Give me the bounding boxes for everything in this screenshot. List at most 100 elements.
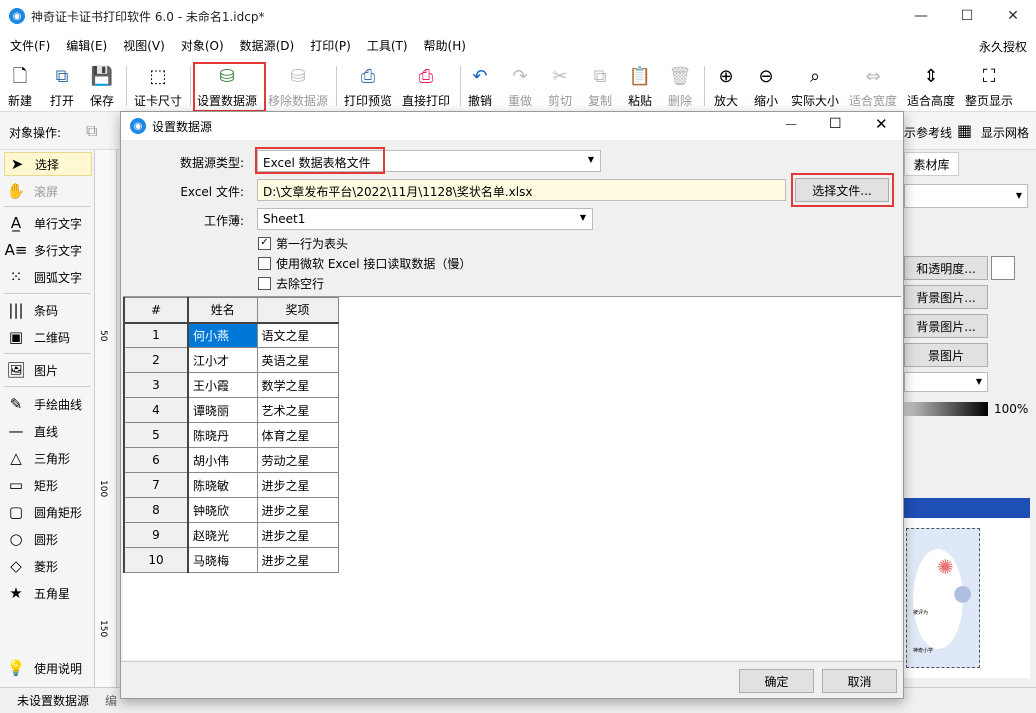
tool-image[interactable]: 🖼 图片 <box>4 358 92 382</box>
tool-rectangle[interactable]: ▭ 矩形 <box>4 473 92 497</box>
cell-award[interactable]: 英语之星 <box>256 347 339 373</box>
tool-pan[interactable]: ✋ 滚屏 <box>4 179 92 203</box>
fit-width-button[interactable]: ⇔ 适合宽度 <box>849 62 897 110</box>
zoom-out-button[interactable]: ⊖ 缩小 <box>754 62 778 110</box>
ok-button[interactable]: 确定 <box>739 669 814 693</box>
tool-diamond[interactable]: ◇ 菱形 <box>4 554 92 578</box>
color-transparency-button[interactable]: 和透明度... <box>904 256 988 280</box>
cell-name[interactable]: 胡小伟 <box>187 447 258 473</box>
help-button[interactable]: 💡 使用说明 <box>4 656 92 680</box>
tool-select[interactable]: ➤ 选择 <box>4 152 92 176</box>
cell-award[interactable]: 艺术之星 <box>256 397 339 423</box>
minimize-button[interactable]: — <box>898 0 944 32</box>
save-button[interactable]: 💾 保存 <box>90 62 114 110</box>
opacity-slider[interactable] <box>904 402 988 416</box>
tool-multi-line-text[interactable]: A≡ 多行文字 <box>4 238 92 262</box>
cell-award[interactable]: 进步之星 <box>256 472 339 498</box>
tool-circle[interactable]: ○ 圆形 <box>4 527 92 551</box>
background-image-button-3[interactable]: 景图片 <box>904 343 988 367</box>
license-label[interactable]: 永久授权 <box>979 38 1027 55</box>
undo-button[interactable]: ↶ 撤销 <box>468 62 492 110</box>
menu-tools[interactable]: 工具(T) <box>361 37 414 54</box>
cut-button[interactable]: ✂ 剪切 <box>548 62 572 110</box>
table-row[interactable]: 3 王小霞 数学之星 <box>123 372 339 398</box>
excel-file-path[interactable]: D:\文章发布平台\2022\11月\1128\奖状名单.xlsx <box>257 179 786 201</box>
property-dropdown[interactable]: ▼ <box>904 184 1028 208</box>
menu-view[interactable]: 视图(V) <box>117 37 171 54</box>
table-row[interactable]: 5 陈晓丹 体育之星 <box>123 422 339 448</box>
delete-button[interactable]: 🗑 删除 <box>668 62 692 110</box>
background-image-button[interactable]: 背景图片... <box>904 285 988 309</box>
cell-name[interactable]: 王小霞 <box>187 372 258 398</box>
column-header-award[interactable]: 奖项 <box>256 297 339 324</box>
maximize-button[interactable]: ☐ <box>944 0 990 32</box>
cell-name[interactable]: 江小才 <box>187 347 258 373</box>
tool-star[interactable]: ★ 五角星 <box>4 581 92 605</box>
cell-award[interactable]: 体育之星 <box>256 422 339 448</box>
print-preview-button[interactable]: ⎙ 打印预览 <box>344 62 392 110</box>
tool-arc-text[interactable]: ⁙ 圆弧文字 <box>4 265 92 289</box>
background-image-button-2[interactable]: 背景图片... <box>904 314 988 338</box>
new-button[interactable]: 🗋 新建 <box>8 62 32 110</box>
zoom-in-button[interactable]: ⊕ 放大 <box>714 62 738 110</box>
column-header-name[interactable]: 姓名 <box>187 297 258 324</box>
tool-freehand[interactable]: ✎ 手绘曲线 <box>4 392 92 416</box>
cancel-button[interactable]: 取消 <box>822 669 897 693</box>
color-swatch[interactable] <box>991 256 1015 280</box>
show-grid-toggle[interactable]: 显示网格 <box>981 124 1029 141</box>
card-size-button[interactable]: ⬚ 证卡尺寸 <box>134 62 182 110</box>
cell-award[interactable]: 进步之星 <box>256 497 339 523</box>
full-page-button[interactable]: ⛶ 整页显示 <box>965 62 1013 110</box>
close-button[interactable]: ✕ <box>990 0 1036 32</box>
mode-dropdown[interactable]: ▼ <box>904 372 988 392</box>
cell-award[interactable]: 进步之星 <box>256 522 339 548</box>
menu-print[interactable]: 打印(P) <box>304 37 357 54</box>
tool-single-line-text[interactable]: A̲ 单行文字 <box>4 211 92 235</box>
table-row[interactable]: 10 马晓梅 进步之星 <box>123 547 339 573</box>
table-row[interactable]: 1 何小燕 语文之星 <box>123 322 339 348</box>
ms-excel-checkbox[interactable]: 使用微软 Excel 接口读取数据（慢） <box>258 254 471 272</box>
cell-name[interactable]: 谭晓丽 <box>187 397 258 423</box>
table-row[interactable]: 4 谭晓丽 艺术之星 <box>123 397 339 423</box>
actual-size-button[interactable]: ⌕ 实际大小 <box>791 62 839 110</box>
cell-award[interactable]: 语文之星 <box>256 322 339 348</box>
direct-print-button[interactable]: ⎙ 直接打印 <box>402 62 450 110</box>
fit-height-button[interactable]: ⇕ 适合高度 <box>907 62 955 110</box>
table-row[interactable]: 8 钟晓欣 进步之星 <box>123 497 339 523</box>
menu-help[interactable]: 帮助(H) <box>418 37 472 54</box>
menu-edit[interactable]: 编辑(E) <box>60 37 113 54</box>
dialog-close-button[interactable]: ✕ <box>875 115 888 133</box>
tool-line[interactable]: — 直线 <box>4 419 92 443</box>
cell-award[interactable]: 进步之星 <box>256 547 339 573</box>
table-row[interactable]: 7 陈晓敏 进步之星 <box>123 472 339 498</box>
redo-button[interactable]: ↷ 重做 <box>508 62 532 110</box>
tool-triangle[interactable]: △ 三角形 <box>4 446 92 470</box>
remove-empty-rows-checkbox[interactable]: 去除空行 <box>258 274 324 292</box>
layers-icon[interactable]: ⧉ <box>86 121 97 141</box>
copy-button[interactable]: ⧉ 复制 <box>588 62 612 110</box>
cell-name[interactable]: 马晓梅 <box>187 547 258 573</box>
menu-object[interactable]: 对象(O) <box>175 37 230 54</box>
tool-barcode[interactable]: ||| 条码 <box>4 298 92 322</box>
cell-award[interactable]: 劳动之星 <box>256 447 339 473</box>
tab-materials[interactable]: 素材库 <box>904 152 959 176</box>
cell-name[interactable]: 陈晓敏 <box>187 472 258 498</box>
remove-datasource-button[interactable]: ⛁ 移除数据源 <box>268 62 328 110</box>
paste-button[interactable]: 📋 粘贴 <box>628 62 652 110</box>
ref-lines-toggle[interactable]: 示参考线 <box>904 124 952 141</box>
dialog-minimize-button[interactable]: — <box>785 117 797 131</box>
cell-name[interactable]: 何小燕 <box>187 322 258 348</box>
column-header-index[interactable]: # <box>123 297 189 324</box>
tool-rounded-rectangle[interactable]: ▢ 圆角矩形 <box>4 500 92 524</box>
menu-file[interactable]: 文件(F) <box>4 37 56 54</box>
tool-qrcode[interactable]: ▣ 二维码 <box>4 325 92 349</box>
sheet-select[interactable]: Sheet1 ▼ <box>257 208 593 230</box>
header-row-checkbox[interactable]: ✓ 第一行为表头 <box>258 234 348 252</box>
cell-award[interactable]: 数学之星 <box>256 372 339 398</box>
table-row[interactable]: 9 赵晓光 进步之星 <box>123 522 339 548</box>
dialog-maximize-button[interactable]: ☐ <box>829 116 842 132</box>
cell-name[interactable]: 钟晓欣 <box>187 497 258 523</box>
cell-name[interactable]: 陈晓丹 <box>187 422 258 448</box>
open-button[interactable]: ⧉ 打开 <box>50 62 74 110</box>
menu-datasource[interactable]: 数据源(D) <box>234 37 301 54</box>
